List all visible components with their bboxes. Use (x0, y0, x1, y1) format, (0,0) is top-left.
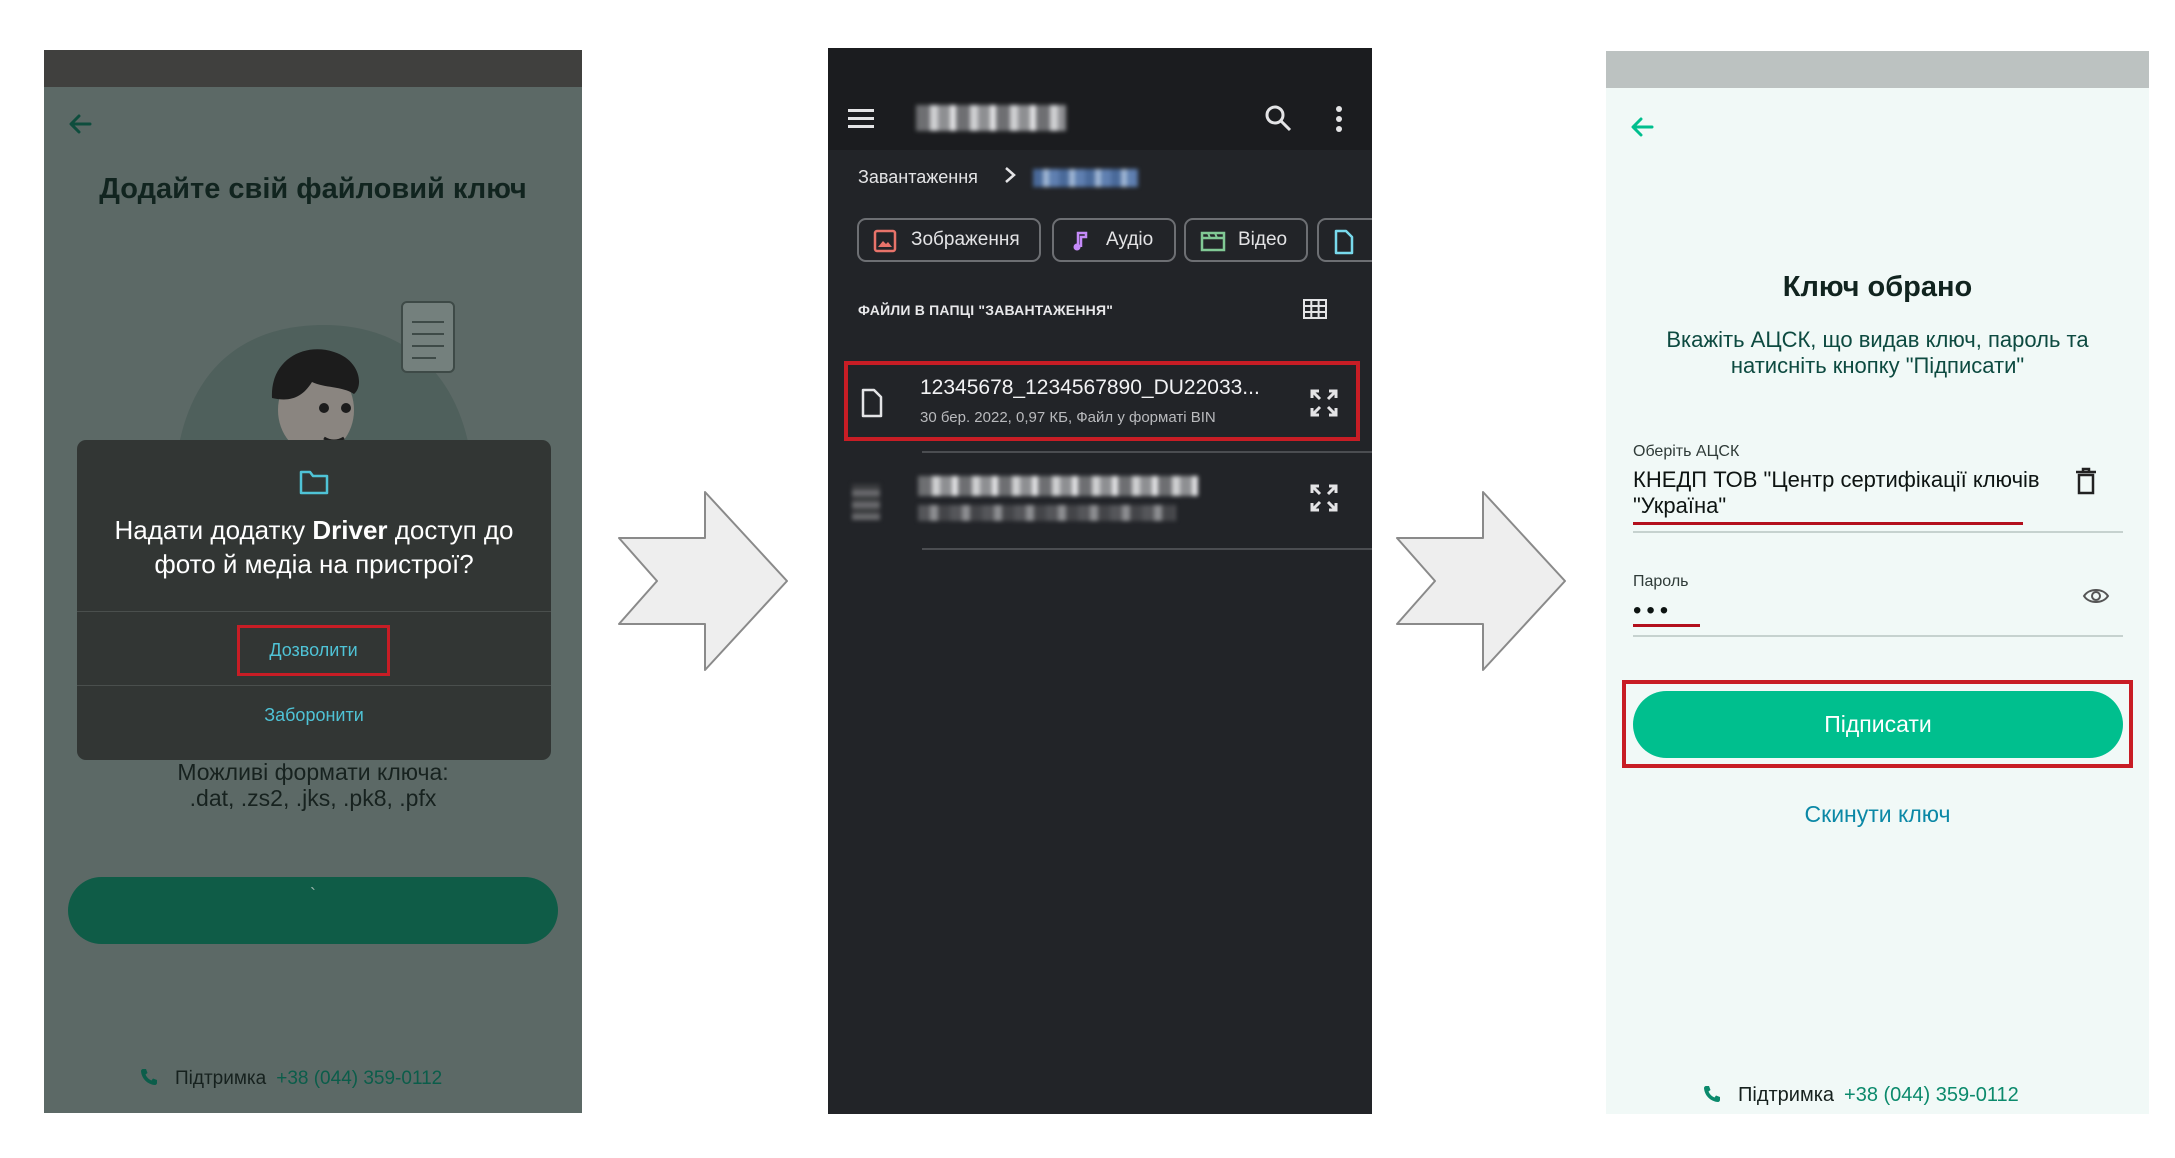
file-icon (861, 388, 883, 418)
phone-icon (141, 1069, 157, 1085)
acsk-select[interactable]: КНЕДП ТОВ "Центр сертифікації ключів "Ук… (1633, 467, 2053, 519)
chip-video[interactable]: Відео (1184, 218, 1308, 262)
screen-file-picker: Завантаження Зображення Аудіо Відео ФАЙЛ… (828, 48, 1372, 1114)
screen-key-selected: Ключ обрано Вкажіть АЦСК, що видав ключ,… (1606, 51, 2149, 1114)
formats-list: .dat, .zs2, .jks, .pk8, .pfx (189, 785, 437, 811)
highlight-underline (1633, 522, 2023, 525)
key-formats: Можливі формати ключа: .dat, .zs2, .jks,… (44, 759, 582, 811)
chip-images[interactable]: Зображення (857, 218, 1041, 262)
page-subtitle: Вкажіть АЦСК, що видав ключ, пароль та н… (1666, 327, 2089, 378)
sign-button[interactable]: Підписати (1633, 691, 2123, 758)
deny-button[interactable]: Заборонити (77, 705, 551, 726)
blurred-file-meta (918, 505, 1176, 521)
acsk-label: Оберіть АЦСК (1633, 443, 1740, 460)
field-underline (1633, 635, 2123, 637)
eye-icon[interactable] (2082, 586, 2110, 606)
support-line: Підтримка +38 (044) 359-0112 (1702, 1084, 2019, 1107)
file-name[interactable]: 12345678_1234567890_DU22033... (920, 376, 1260, 400)
allow-button[interactable]: Дозволити (237, 625, 390, 676)
breadcrumb-downloads[interactable]: Завантаження (858, 167, 978, 188)
step-arrow-icon (1396, 491, 1566, 671)
chevron-right-icon (1005, 167, 1016, 183)
app-bar (828, 48, 1372, 150)
page-title: Додайте свій файловий ключ (99, 173, 527, 205)
button-loading-mark: ` (310, 885, 316, 905)
blurred-title (916, 105, 1066, 131)
support-phone-link[interactable]: +38 (044) 359-0112 (1844, 1084, 2019, 1106)
music-note-icon (1073, 231, 1088, 251)
blurred-file-name (918, 476, 1198, 496)
trash-icon[interactable] (2074, 467, 2098, 495)
menu-icon[interactable] (848, 108, 874, 128)
screen-add-key: Додайте свій файловий ключ Можливі форма… (44, 50, 582, 1113)
chip-video-label: Відео (1238, 229, 1288, 250)
divider (922, 548, 1372, 550)
expand-icon[interactable] (1308, 387, 1340, 419)
page-title: Ключ обрано (1782, 271, 1973, 303)
more-options-icon[interactable] (1335, 106, 1343, 132)
app-name: Driver (312, 515, 388, 545)
field-underline (1633, 531, 2123, 533)
folder-icon (299, 470, 329, 495)
back-arrow-icon[interactable] (1626, 111, 1658, 143)
chip-images-label: Зображення (911, 229, 1020, 250)
status-bar (44, 50, 582, 87)
support-label: Підтримка (175, 1068, 267, 1089)
divider (77, 685, 551, 686)
divider (922, 451, 1372, 453)
question-prefix: Надати додатку (114, 515, 306, 545)
support-line: Підтримка +38 (044) 359-0112 (139, 1067, 442, 1090)
permission-question: Надати додатку Driver доступ до фото й м… (97, 513, 531, 581)
search-icon[interactable] (1264, 104, 1292, 132)
reset-key-link[interactable]: Скинути ключ (1606, 801, 2149, 828)
formats-label: Можливі формати ключа: (177, 759, 449, 785)
password-field[interactable]: ••• (1633, 597, 1673, 625)
divider (77, 611, 551, 612)
image-icon (873, 229, 897, 253)
file-row-highlight[interactable] (844, 361, 1360, 441)
blurred-file-icon (852, 484, 880, 520)
grid-view-icon[interactable] (1303, 299, 1327, 319)
choose-key-button[interactable]: ` (68, 877, 558, 944)
video-clapper-icon (1200, 231, 1226, 252)
chip-audio[interactable]: Аудіо (1052, 218, 1176, 262)
phone-icon (1704, 1086, 1720, 1102)
document-icon (1334, 229, 1354, 255)
status-bar (1606, 51, 2149, 88)
highlight-underline (1633, 624, 1700, 627)
step-arrow-icon (618, 491, 788, 671)
chip-audio-label: Аудіо (1106, 229, 1154, 250)
file-meta: 30 бер. 2022, 0,97 КБ, Файл у форматі BI… (920, 409, 1216, 426)
expand-icon[interactable] (1308, 482, 1340, 514)
chip-documents[interactable] (1317, 218, 1372, 262)
permission-dialog: Надати додатку Driver доступ до фото й м… (77, 440, 551, 760)
support-phone-link[interactable]: +38 (044) 359-0112 (276, 1068, 442, 1089)
password-label: Пароль (1633, 573, 1689, 590)
blurred-breadcrumb (1033, 169, 1138, 187)
back-arrow-icon[interactable] (64, 108, 96, 140)
support-label: Підтримка (1738, 1084, 1835, 1106)
section-title: ФАЙЛИ В ПАПЦІ "ЗАВАНТАЖЕННЯ" (858, 302, 1114, 318)
